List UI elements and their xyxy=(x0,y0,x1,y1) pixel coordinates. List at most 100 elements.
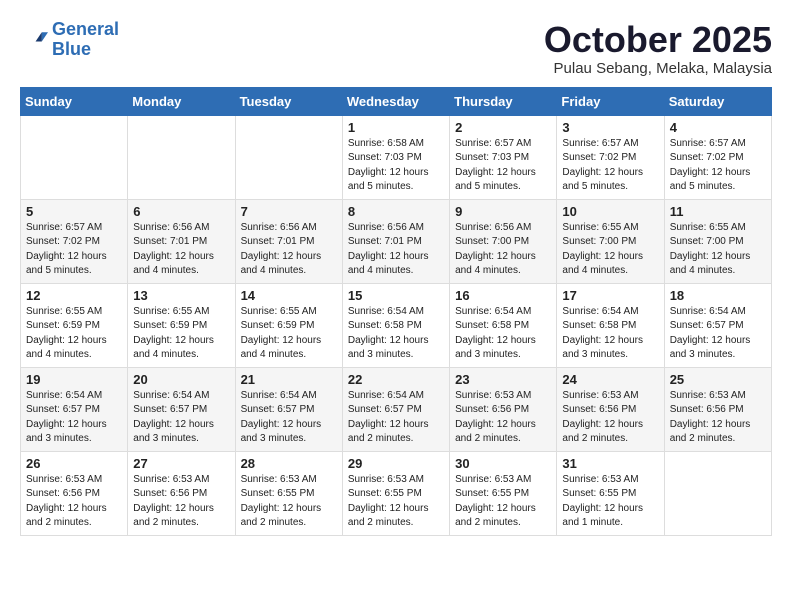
calendar-cell: 5Sunrise: 6:57 AM Sunset: 7:02 PM Daylig… xyxy=(21,199,128,283)
logo-line1: General xyxy=(52,19,119,39)
day-info: Sunrise: 6:53 AM Sunset: 6:56 PM Dayligh… xyxy=(670,389,766,447)
page-header: General Blue October 2025 Pulau Sebang, … xyxy=(20,20,772,77)
calendar-cell: 9 Sunrise: 6:56 AM Sunset: 7:00 PM Daylig… xyxy=(450,199,557,283)
day-number: 4 xyxy=(670,120,766,135)
calendar-cell: 13Sunrise: 6:55 AM Sunset: 6:59 PM Dayli… xyxy=(128,283,235,367)
day-number: 27 xyxy=(133,456,229,471)
day-info: Sunrise: 6:54 AM Sunset: 6:58 PM Dayligh… xyxy=(562,305,658,363)
day-number: 13 xyxy=(133,288,229,303)
calendar-cell: 10 Sunrise: 6:55 AM Sunset: 7:00 PM Dayli… xyxy=(557,199,664,283)
day-info: Sunrise: 6:56 AM Sunset: 7:01 PM Dayligh… xyxy=(241,221,337,279)
week-row-1: 1Sunrise: 6:58 AM Sunset: 7:03 PM Daylig… xyxy=(21,115,772,199)
calendar-cell: 1Sunrise: 6:58 AM Sunset: 7:03 PM Daylig… xyxy=(342,115,449,199)
calendar-cell: 24 Sunrise: 6:53 AM Sunset: 6:56 PM Dayli… xyxy=(557,367,664,451)
logo-line2: Blue xyxy=(52,39,91,59)
calendar-cell: 28 Sunrise: 6:53 AM Sunset: 6:55 PM Dayli… xyxy=(235,451,342,535)
calendar-cell: 19 Sunrise: 6:54 AM Sunset: 6:57 PM Dayli… xyxy=(21,367,128,451)
day-number: 31 xyxy=(562,456,658,471)
day-info: Sunrise: 6:56 AM Sunset: 7:01 PM Dayligh… xyxy=(348,221,444,279)
day-info: Sunrise: 6:54 AM Sunset: 6:57 PM Dayligh… xyxy=(241,389,337,447)
calendar-cell: 22 Sunrise: 6:54 AM Sunset: 6:57 PM Dayli… xyxy=(342,367,449,451)
calendar-cell xyxy=(21,115,128,199)
calendar-cell: 4 Sunrise: 6:57 AM Sunset: 7:02 PM Daylig… xyxy=(664,115,771,199)
day-number: 25 xyxy=(670,372,766,387)
day-info: Sunrise: 6:54 AM Sunset: 6:57 PM Dayligh… xyxy=(26,389,122,447)
calendar-cell: 26Sunrise: 6:53 AM Sunset: 6:56 PM Dayli… xyxy=(21,451,128,535)
calendar-cell: 27 Sunrise: 6:53 AM Sunset: 6:56 PM Dayli… xyxy=(128,451,235,535)
calendar-cell: 6Sunrise: 6:56 AM Sunset: 7:01 PM Daylig… xyxy=(128,199,235,283)
day-info: Sunrise: 6:55 AM Sunset: 7:00 PM Dayligh… xyxy=(562,221,658,279)
month-title: October 2025 xyxy=(544,20,772,60)
day-info: Sunrise: 6:56 AM Sunset: 7:00 PM Dayligh… xyxy=(455,221,551,279)
day-number: 9 xyxy=(455,204,551,219)
day-number: 19 xyxy=(26,372,122,387)
week-row-5: 26Sunrise: 6:53 AM Sunset: 6:56 PM Dayli… xyxy=(21,451,772,535)
calendar-cell: 23Sunrise: 6:53 AM Sunset: 6:56 PM Dayli… xyxy=(450,367,557,451)
day-info: Sunrise: 6:53 AM Sunset: 6:55 PM Dayligh… xyxy=(241,473,337,531)
header-monday: Monday xyxy=(128,87,235,115)
day-info: Sunrise: 6:54 AM Sunset: 6:57 PM Dayligh… xyxy=(348,389,444,447)
day-number: 3 xyxy=(562,120,658,135)
day-info: Sunrise: 6:54 AM Sunset: 6:57 PM Dayligh… xyxy=(133,389,229,447)
day-info: Sunrise: 6:57 AM Sunset: 7:02 PM Dayligh… xyxy=(26,221,122,279)
day-number: 28 xyxy=(241,456,337,471)
weekday-header-row: Sunday Monday Tuesday Wednesday Thursday… xyxy=(21,87,772,115)
day-number: 18 xyxy=(670,288,766,303)
day-number: 16 xyxy=(455,288,551,303)
day-number: 22 xyxy=(348,372,444,387)
day-number: 14 xyxy=(241,288,337,303)
day-number: 6 xyxy=(133,204,229,219)
calendar-cell: 14 Sunrise: 6:55 AM Sunset: 6:59 PM Dayli… xyxy=(235,283,342,367)
header-wednesday: Wednesday xyxy=(342,87,449,115)
calendar-cell: 18 Sunrise: 6:54 AM Sunset: 6:57 PM Dayli… xyxy=(664,283,771,367)
calendar-cell: 29 Sunrise: 6:53 AM Sunset: 6:55 PM Dayli… xyxy=(342,451,449,535)
calendar-cell: 25 Sunrise: 6:53 AM Sunset: 6:56 PM Dayli… xyxy=(664,367,771,451)
day-info: Sunrise: 6:53 AM Sunset: 6:56 PM Dayligh… xyxy=(455,389,551,447)
calendar-cell xyxy=(235,115,342,199)
calendar-table: Sunday Monday Tuesday Wednesday Thursday… xyxy=(20,87,772,536)
calendar-cell: 12Sunrise: 6:55 AM Sunset: 6:59 PM Dayli… xyxy=(21,283,128,367)
calendar-cell: 11 Sunrise: 6:55 AM Sunset: 7:00 PM Dayli… xyxy=(664,199,771,283)
location-subtitle: Pulau Sebang, Melaka, Malaysia xyxy=(544,60,772,77)
day-info: Sunrise: 6:57 AM Sunset: 7:02 PM Dayligh… xyxy=(670,137,766,195)
day-number: 1 xyxy=(348,120,444,135)
day-info: Sunrise: 6:54 AM Sunset: 6:57 PM Dayligh… xyxy=(670,305,766,363)
header-friday: Friday xyxy=(557,87,664,115)
day-info: Sunrise: 6:55 AM Sunset: 6:59 PM Dayligh… xyxy=(241,305,337,363)
day-number: 7 xyxy=(241,204,337,219)
day-number: 10 xyxy=(562,204,658,219)
day-number: 8 xyxy=(348,204,444,219)
calendar-cell xyxy=(128,115,235,199)
calendar-cell: 3Sunrise: 6:57 AM Sunset: 7:02 PM Daylig… xyxy=(557,115,664,199)
day-info: Sunrise: 6:53 AM Sunset: 6:56 PM Dayligh… xyxy=(133,473,229,531)
day-info: Sunrise: 6:55 AM Sunset: 7:00 PM Dayligh… xyxy=(670,221,766,279)
day-number: 17 xyxy=(562,288,658,303)
day-info: Sunrise: 6:53 AM Sunset: 6:56 PM Dayligh… xyxy=(26,473,122,531)
day-info: Sunrise: 6:57 AM Sunset: 7:03 PM Dayligh… xyxy=(455,137,551,195)
day-number: 29 xyxy=(348,456,444,471)
day-info: Sunrise: 6:55 AM Sunset: 6:59 PM Dayligh… xyxy=(26,305,122,363)
week-row-2: 5Sunrise: 6:57 AM Sunset: 7:02 PM Daylig… xyxy=(21,199,772,283)
header-saturday: Saturday xyxy=(664,87,771,115)
calendar-cell: 7 Sunrise: 6:56 AM Sunset: 7:01 PM Daylig… xyxy=(235,199,342,283)
day-info: Sunrise: 6:54 AM Sunset: 6:58 PM Dayligh… xyxy=(348,305,444,363)
calendar-cell: 15 Sunrise: 6:54 AM Sunset: 6:58 PM Dayli… xyxy=(342,283,449,367)
calendar-cell: 16Sunrise: 6:54 AM Sunset: 6:58 PM Dayli… xyxy=(450,283,557,367)
title-section: October 2025 Pulau Sebang, Melaka, Malay… xyxy=(544,20,772,77)
day-info: Sunrise: 6:53 AM Sunset: 6:55 PM Dayligh… xyxy=(348,473,444,531)
calendar-cell: 20Sunrise: 6:54 AM Sunset: 6:57 PM Dayli… xyxy=(128,367,235,451)
day-info: Sunrise: 6:53 AM Sunset: 6:55 PM Dayligh… xyxy=(455,473,551,531)
logo-icon xyxy=(20,26,48,54)
week-row-3: 12Sunrise: 6:55 AM Sunset: 6:59 PM Dayli… xyxy=(21,283,772,367)
header-sunday: Sunday xyxy=(21,87,128,115)
calendar-cell: 30Sunrise: 6:53 AM Sunset: 6:55 PM Dayli… xyxy=(450,451,557,535)
day-number: 24 xyxy=(562,372,658,387)
day-number: 15 xyxy=(348,288,444,303)
calendar-cell: 17 Sunrise: 6:54 AM Sunset: 6:58 PM Dayli… xyxy=(557,283,664,367)
day-number: 2 xyxy=(455,120,551,135)
day-number: 11 xyxy=(670,204,766,219)
header-tuesday: Tuesday xyxy=(235,87,342,115)
logo-text: General Blue xyxy=(52,20,119,60)
day-info: Sunrise: 6:53 AM Sunset: 6:56 PM Dayligh… xyxy=(562,389,658,447)
calendar-cell: 21Sunrise: 6:54 AM Sunset: 6:57 PM Dayli… xyxy=(235,367,342,451)
